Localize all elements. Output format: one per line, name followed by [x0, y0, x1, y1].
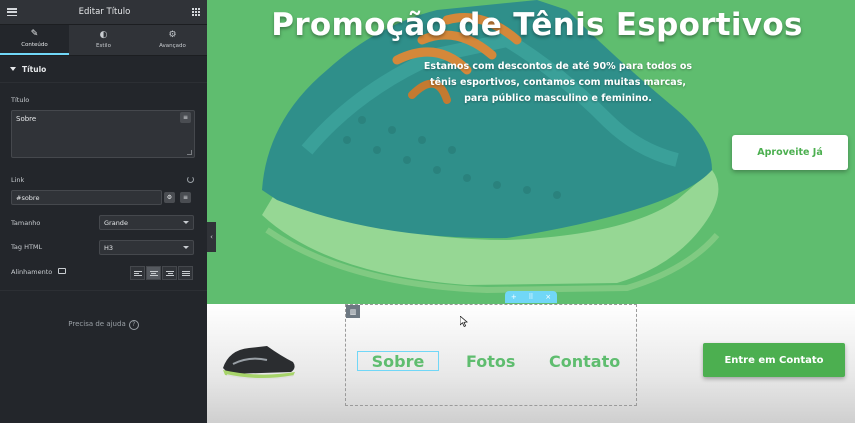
shoe-thumbnail-image [223, 346, 295, 380]
mouse-cursor-icon [460, 316, 468, 327]
chevron-down-icon [183, 246, 189, 249]
align-center-button[interactable] [146, 266, 161, 280]
tag-value: H3 [104, 243, 114, 252]
gear-icon: ⚙ [168, 30, 177, 40]
hero-title: Promoção de Tênis Esportivos [271, 7, 803, 43]
divider [0, 290, 207, 291]
help-link[interactable]: Precisa de ajuda? [0, 320, 207, 330]
hero-subtitle: Estamos com descontos de até 90% para to… [423, 61, 693, 104]
help-label: Precisa de ajuda [68, 320, 126, 328]
tag-field-label: Tag HTML [11, 243, 43, 251]
size-field-label: Tamanho [11, 219, 41, 227]
drag-section-icon[interactable]: ⠿ [528, 293, 533, 301]
align-right-button[interactable] [162, 266, 177, 280]
pencil-icon: ✎ [30, 29, 39, 39]
menu-item-contato[interactable]: Contato [549, 351, 620, 371]
gear-icon: ⚙ [166, 194, 173, 201]
menu-icon[interactable] [7, 8, 17, 16]
tab-label: Conteúdo [21, 42, 48, 48]
resize-handle-icon[interactable] [187, 150, 192, 155]
widgets-grid-icon[interactable] [191, 8, 200, 16]
panel-title: Editar Título [78, 7, 131, 17]
link-value: #sobre [16, 193, 40, 202]
tab-content[interactable]: ✎ Conteúdo [0, 25, 69, 55]
close-section-icon[interactable]: × [545, 293, 551, 301]
link-dynamic-button[interactable]: ≡ [180, 192, 191, 203]
panel-tabs: ✎ Conteúdo ◐ Estilo ⚙ Avançado [0, 25, 207, 56]
tab-label: Avançado [159, 43, 186, 49]
collapse-panel-button[interactable]: ‹ [207, 222, 216, 252]
column-edit-handle[interactable]: ▥ [346, 305, 360, 318]
loading-spinner-icon [187, 176, 194, 183]
tab-label: Estilo [96, 43, 111, 49]
hero-section: Promoção de Tênis Esportivos Estamos com… [207, 0, 855, 304]
section-title: Título [22, 64, 47, 74]
html-tag-select[interactable]: H3 [99, 240, 194, 255]
aproveite-button[interactable]: Aproveite Já [732, 135, 848, 170]
contrast-icon: ◐ [99, 30, 108, 40]
tab-advanced[interactable]: ⚙ Avançado [138, 25, 207, 55]
column-icon: ▥ [349, 307, 357, 316]
align-left-button[interactable] [130, 266, 145, 280]
add-section-icon[interactable]: + [511, 293, 517, 301]
contact-button[interactable]: Entre em Contato [703, 343, 845, 377]
desktop-icon[interactable] [58, 268, 66, 274]
title-field-label: Título [11, 96, 30, 104]
dynamic-tags-button[interactable]: ≡ [180, 112, 191, 123]
align-field-label: Alinhamento [11, 268, 53, 276]
question-icon: ? [128, 320, 139, 330]
editor-panel: Editar Título ✎ Conteúdo ◐ Estilo ⚙ Avan… [0, 0, 207, 423]
title-value: Sobre [16, 115, 37, 123]
panel-header: Editar Título [0, 0, 207, 25]
link-options-button[interactable]: ⚙ [164, 192, 175, 203]
chevron-left-icon: ‹ [210, 233, 213, 241]
tab-style[interactable]: ◐ Estilo [69, 25, 138, 55]
link-field-label: Link [11, 176, 25, 184]
section-toggle-title[interactable]: Título [0, 56, 207, 83]
menu-item-fotos[interactable]: Fotos [466, 351, 515, 371]
size-select[interactable]: Grande [99, 215, 194, 230]
align-justify-button[interactable] [178, 266, 193, 280]
page-canvas: Promoção de Tênis Esportivos Estamos com… [207, 0, 855, 423]
database-icon: ≡ [182, 194, 189, 201]
alignment-buttons [130, 266, 193, 280]
title-textarea[interactable]: Sobre [11, 110, 195, 158]
section-toolbar: + ⠿ × [505, 291, 557, 303]
database-icon: ≡ [182, 114, 189, 121]
size-value: Grande [104, 218, 128, 227]
menu-item-sobre[interactable]: Sobre [357, 351, 439, 371]
caret-down-icon [10, 67, 16, 71]
link-input[interactable]: #sobre [11, 190, 162, 205]
chevron-down-icon [183, 221, 189, 224]
navbar-section: ▥ Sobre Fotos Contato Entre em Contato [207, 304, 855, 423]
